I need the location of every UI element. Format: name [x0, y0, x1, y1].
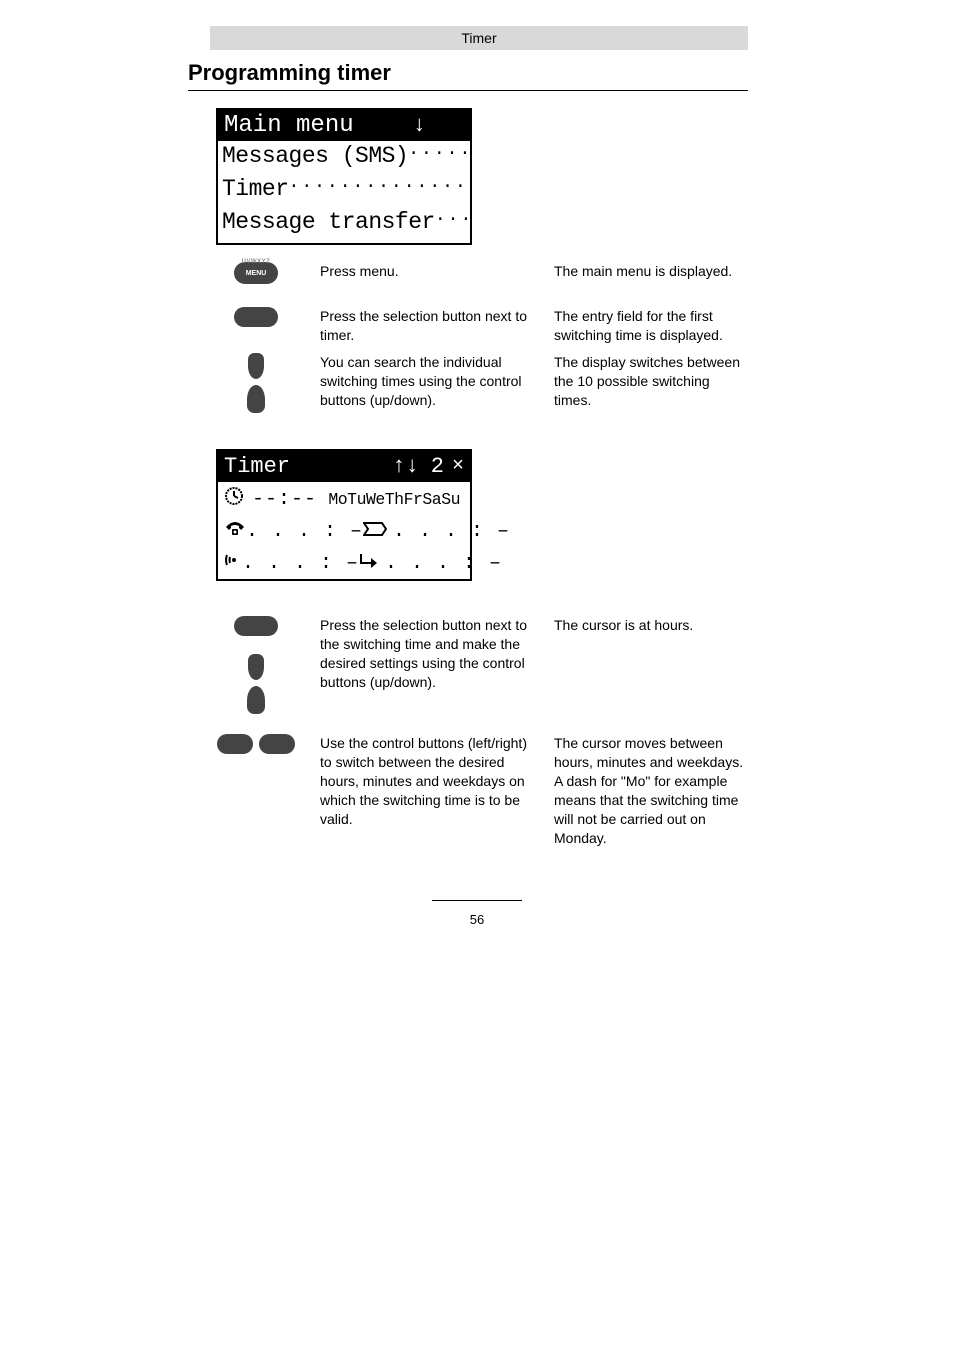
forward-value: . . . : –	[385, 552, 502, 575]
lcd-menu-item-label: Messages (SMS)	[222, 143, 408, 169]
lcd-menu-item: Timer	[218, 174, 470, 207]
menu-button-top-label: UVWXYZ	[242, 253, 271, 272]
lcd-menu-item: Messages (SMS)	[218, 141, 470, 174]
title-rule	[188, 90, 748, 91]
message-value: . . . : –	[393, 520, 510, 543]
selection-button-icon	[234, 616, 278, 636]
instruction-result: The cursor is at hours.	[554, 616, 748, 714]
lcd-timer: Timer ↑↓ 2 × --:-- MoTuWeThFrSaSu . . . …	[216, 449, 472, 581]
instruction-action: Press the selection button next to timer…	[320, 307, 530, 345]
instruction-result: The cursor moves between hours, minutes …	[554, 734, 748, 848]
down-button-icon	[247, 686, 265, 714]
selection-button-icon	[234, 307, 278, 327]
clock-icon	[224, 486, 252, 513]
instruction-row: Use the control buttons (left/right) to …	[216, 734, 748, 848]
right-button-icon	[259, 734, 295, 754]
header-label: Timer	[461, 30, 496, 46]
instruction-result: The entry field for the first switching …	[554, 307, 748, 345]
time-value: --:--	[252, 488, 317, 511]
lcd-menu-item-label: Timer	[222, 176, 289, 202]
instruction-action: Press the selection button next to the s…	[320, 616, 530, 714]
down-button-icon	[247, 385, 265, 413]
instruction-row: Press the selection button next to timer…	[216, 307, 748, 345]
lcd-main-menu: Main menu ↓ Messages (SMS) Timer Message…	[216, 108, 472, 245]
lcd-timer-row: . . . : – . . . : –	[218, 514, 470, 546]
instruction-row: Press the selection button next to the s…	[216, 616, 748, 714]
counter-number: 2	[431, 454, 444, 479]
down-arrow-icon: ↓	[413, 113, 426, 138]
up-button-icon	[248, 654, 264, 680]
menu-button-icon: UVWXYZ MENU	[234, 262, 278, 284]
counter-x: ×	[452, 455, 464, 478]
lcd-timer-header: Timer ↑↓ 2 ×	[218, 451, 470, 482]
lcd-main-menu-header: Main menu ↓	[218, 110, 470, 141]
forward-arrow-icon	[359, 552, 379, 575]
section-title: Programming timer	[188, 60, 391, 86]
lcd-menu-item: Message transfer	[218, 207, 470, 240]
instruction-result: The main menu is displayed.	[554, 262, 748, 284]
lcd-timer-row: --:-- MoTuWeThFrSaSu	[218, 482, 470, 514]
instruction-action: You can search the individual switching …	[320, 353, 530, 413]
signal-value: . . . : –	[242, 552, 359, 575]
instruction-row: You can search the individual switching …	[216, 353, 748, 413]
instruction-action: Press menu.	[320, 262, 530, 284]
nav-arrows-icon: ↑↓	[392, 454, 418, 479]
instruction-result: The display switches between the 10 poss…	[554, 353, 748, 413]
page-header-bar: Timer	[210, 26, 748, 50]
page-number: 56	[0, 912, 954, 927]
weekdays: MoTuWeThFrSaSu	[328, 490, 460, 509]
phone-icon	[224, 519, 246, 544]
instruction-row: UVWXYZ MENU Press menu. The main menu is…	[216, 262, 748, 284]
instruction-action: Use the control buttons (left/right) to …	[320, 734, 530, 848]
left-button-icon	[217, 734, 253, 754]
lcd-menu-item-label: Message transfer	[222, 209, 435, 235]
up-button-icon	[248, 353, 264, 379]
phone-value: . . . : –	[246, 520, 363, 543]
lcd-timer-title: Timer	[224, 454, 290, 479]
message-icon	[363, 520, 387, 543]
lcd-timer-row: . . . : – . . . : –	[218, 546, 470, 578]
lcd-main-menu-title: Main menu	[224, 112, 354, 139]
signal-icon	[224, 551, 242, 576]
page-number-rule	[432, 900, 522, 901]
